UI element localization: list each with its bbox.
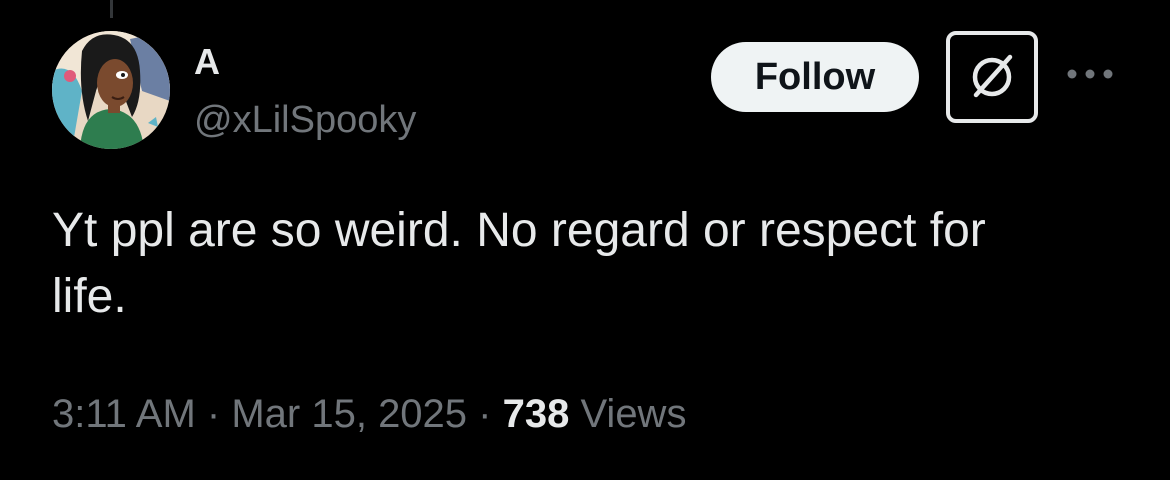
grok-icon bbox=[972, 54, 1013, 98]
more-options-button[interactable] bbox=[1062, 56, 1118, 92]
tweet-date[interactable]: Mar 15, 2025 bbox=[231, 392, 467, 436]
views-label[interactable]: Views bbox=[580, 392, 686, 436]
views-count[interactable]: 738 bbox=[503, 392, 570, 436]
tweet-text: Yt ppl are so weird. No regard or respec… bbox=[52, 204, 986, 323]
meta-separator: · bbox=[467, 392, 503, 436]
tweet-metadata: 3:11 AM · Mar 15, 2025 · 738 Views bbox=[52, 390, 686, 438]
username-handle[interactable]: @xLilSpooky bbox=[194, 98, 416, 142]
avatar[interactable] bbox=[52, 31, 170, 149]
avatar-cartoon-woman-icon bbox=[52, 31, 170, 149]
meta-separator: · bbox=[195, 392, 232, 436]
more-dots-icon bbox=[1067, 69, 1113, 79]
follow-button[interactable]: Follow bbox=[711, 42, 919, 112]
thread-connector-line bbox=[110, 0, 113, 18]
grok-button[interactable] bbox=[946, 31, 1038, 123]
display-name[interactable]: A bbox=[194, 42, 220, 82]
tweet-time[interactable]: 3:11 AM bbox=[52, 392, 196, 436]
